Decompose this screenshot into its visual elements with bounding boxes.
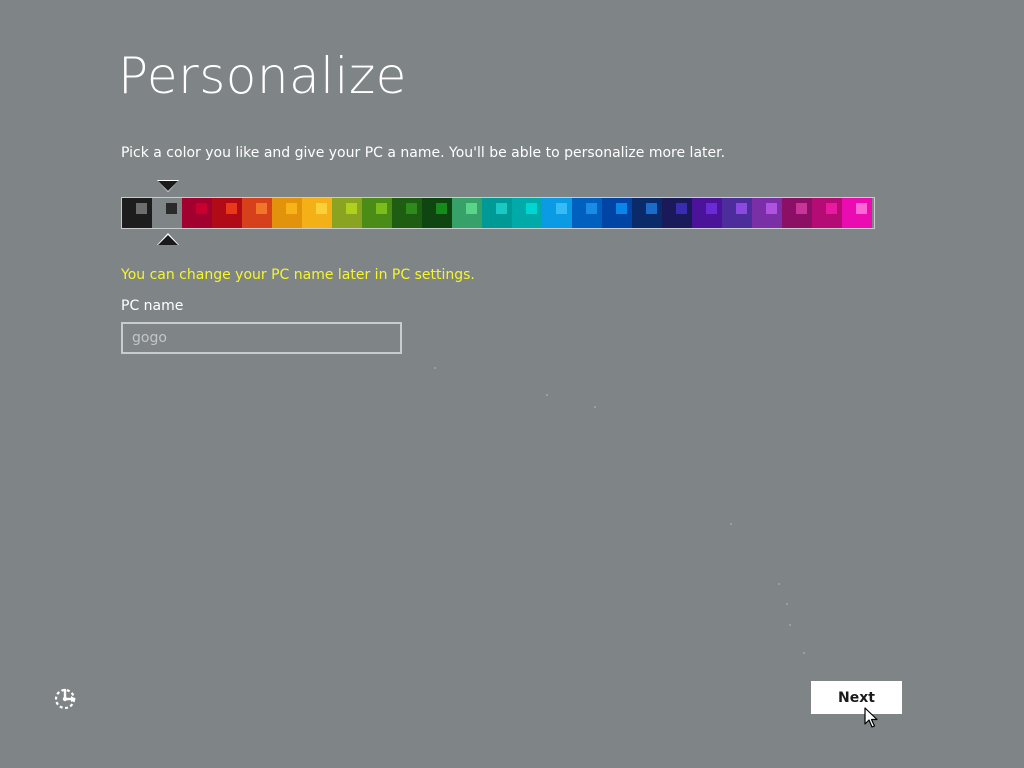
- arrow-pointer-icon: [864, 707, 880, 729]
- color-swatch[interactable]: [542, 198, 572, 228]
- background-speck: [789, 624, 791, 626]
- swatch-accent: [496, 203, 507, 214]
- swatch-accent: [136, 203, 147, 214]
- color-swatch[interactable]: [572, 198, 602, 228]
- ease-of-access-icon[interactable]: [52, 684, 80, 712]
- swatch-accent: [676, 203, 687, 214]
- swatch-accent: [196, 203, 207, 214]
- color-swatch[interactable]: [632, 198, 662, 228]
- background-speck: [803, 652, 805, 654]
- background-speck: [546, 394, 548, 396]
- pc-name-label: PC name: [121, 298, 184, 314]
- background-speck: [786, 603, 788, 605]
- background-speck: [778, 583, 780, 585]
- background-speck: [730, 523, 732, 525]
- personalize-screen: Personalize Pick a color you like and gi…: [0, 0, 1024, 768]
- swatch-accent: [256, 203, 267, 214]
- background-speck: [594, 406, 596, 408]
- background-speck: [434, 367, 436, 369]
- color-swatch[interactable]: [812, 198, 842, 228]
- color-swatch[interactable]: [482, 198, 512, 228]
- swatch-accent: [376, 203, 387, 214]
- color-swatch[interactable]: [602, 198, 632, 228]
- color-swatch[interactable]: [152, 198, 182, 228]
- swatch-accent: [466, 203, 477, 214]
- color-swatch[interactable]: [272, 198, 302, 228]
- swatch-accent: [706, 203, 717, 214]
- swatch-accent: [286, 203, 297, 214]
- pc-name-input[interactable]: [121, 322, 402, 354]
- color-swatch[interactable]: [842, 198, 872, 228]
- color-palette: [121, 197, 875, 229]
- selection-marker-top-icon: [158, 181, 178, 191]
- color-picker: [121, 180, 875, 248]
- page-subtitle: Pick a color you like and give your PC a…: [121, 145, 726, 161]
- swatch-accent: [766, 203, 777, 214]
- color-swatch[interactable]: [212, 198, 242, 228]
- color-swatch[interactable]: [242, 198, 272, 228]
- color-swatch[interactable]: [122, 198, 152, 228]
- color-swatch[interactable]: [692, 198, 722, 228]
- color-swatch[interactable]: [722, 198, 752, 228]
- swatch-accent: [856, 203, 867, 214]
- swatch-accent: [346, 203, 357, 214]
- color-swatch[interactable]: [302, 198, 332, 228]
- swatch-accent: [166, 203, 177, 214]
- swatch-accent: [406, 203, 417, 214]
- swatch-accent: [736, 203, 747, 214]
- pc-name-hint: You can change your PC name later in PC …: [121, 267, 475, 283]
- selection-marker-bottom-icon: [158, 235, 178, 245]
- swatch-accent: [586, 203, 597, 214]
- color-swatch[interactable]: [662, 198, 692, 228]
- color-swatch[interactable]: [392, 198, 422, 228]
- color-swatch[interactable]: [512, 198, 542, 228]
- swatch-accent: [226, 203, 237, 214]
- page-title: Personalize: [118, 47, 407, 105]
- color-swatch[interactable]: [332, 198, 362, 228]
- swatch-accent: [556, 203, 567, 214]
- swatch-accent: [526, 203, 537, 214]
- color-swatch[interactable]: [362, 198, 392, 228]
- swatch-accent: [436, 203, 447, 214]
- next-button[interactable]: Next: [811, 681, 902, 714]
- color-swatch[interactable]: [452, 198, 482, 228]
- color-swatch[interactable]: [752, 198, 782, 228]
- swatch-accent: [646, 203, 657, 214]
- color-swatch[interactable]: [182, 198, 212, 228]
- color-swatch[interactable]: [782, 198, 812, 228]
- swatch-accent: [826, 203, 837, 214]
- swatch-accent: [316, 203, 327, 214]
- swatch-accent: [616, 203, 627, 214]
- color-swatch[interactable]: [422, 198, 452, 228]
- swatch-accent: [796, 203, 807, 214]
